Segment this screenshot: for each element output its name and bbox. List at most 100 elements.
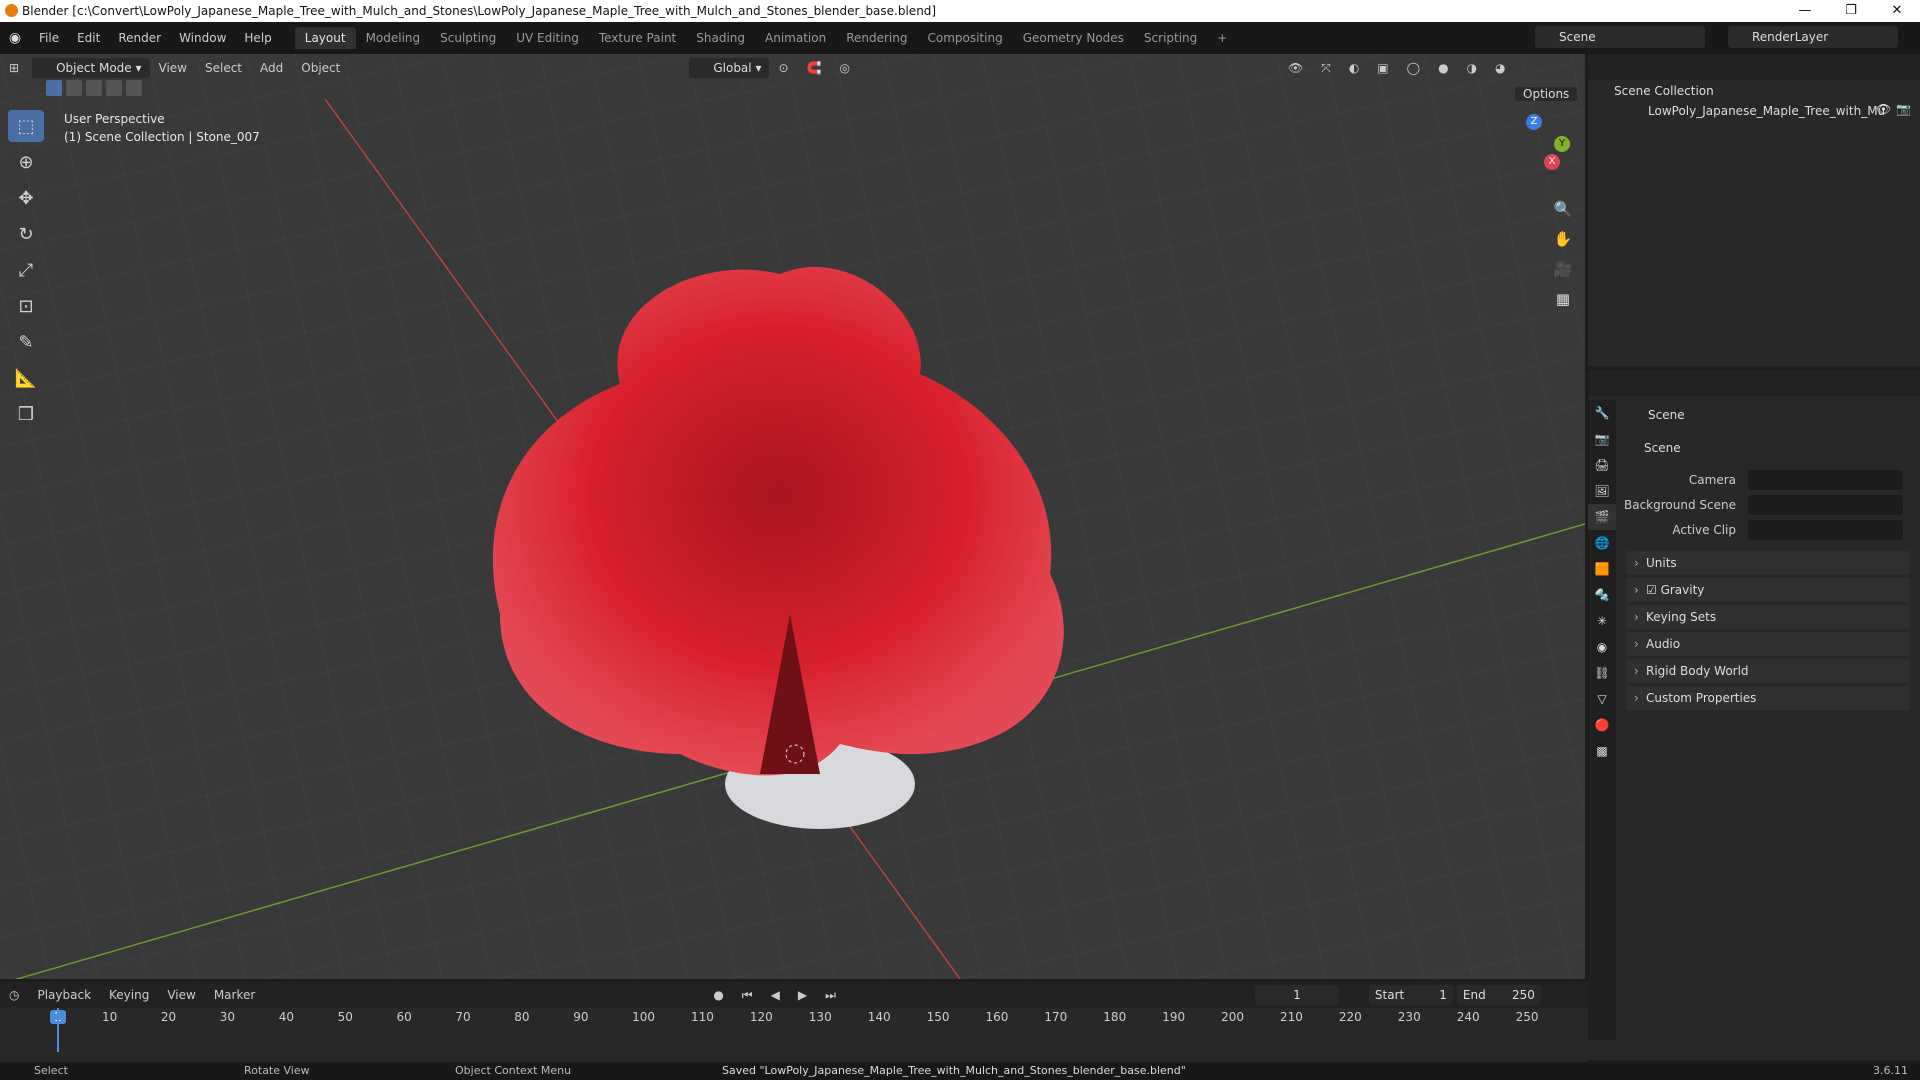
eye-icon[interactable]: 👁 <box>1876 102 1891 116</box>
play-icon[interactable]: ▶ <box>789 988 816 1002</box>
outliner-item[interactable]: LowPoly_Japanese_Maple_Tree_with_Mu <box>1648 104 1898 118</box>
navigation-gizmo[interactable]: Z Y X <box>1496 112 1576 192</box>
menu-file[interactable]: File <box>30 31 68 45</box>
transform-tool-icon[interactable]: ⊡ <box>8 290 44 322</box>
start-frame-field[interactable]: Start 1 <box>1368 985 1453 1005</box>
tab-texture-paint[interactable]: Texture Paint <box>589 27 686 49</box>
add-cube-tool-icon[interactable]: ❒ <box>8 398 44 430</box>
play-reverse-icon[interactable]: ◀ <box>762 988 789 1002</box>
3d-viewport[interactable] <box>0 54 1585 979</box>
select-invert-icon[interactable] <box>106 80 122 96</box>
measure-tool-icon[interactable]: 📐 <box>8 362 44 394</box>
background-scene-field[interactable] <box>1748 495 1903 515</box>
audio-panel[interactable]: Audio <box>1626 632 1910 656</box>
modifier-tab-icon[interactable]: 🔩 <box>1588 582 1616 608</box>
material-tab-icon[interactable]: 🔴 <box>1588 712 1616 738</box>
render-tab-icon[interactable]: 📷 <box>1588 426 1616 452</box>
overlay-toggle-icon[interactable]: ◐ <box>1340 61 1368 75</box>
gravity-panel[interactable]: ☑ Gravity <box>1626 578 1910 602</box>
annotate-tool-icon[interactable]: ✎ <box>8 326 44 358</box>
ortho-grid-icon[interactable]: ▦ <box>1550 286 1576 312</box>
shading-material-icon[interactable]: ◑ <box>1458 61 1486 75</box>
rotate-tool-icon[interactable]: ↻ <box>8 218 44 250</box>
tab-geometry-nodes[interactable]: Geometry Nodes <box>1013 27 1134 49</box>
xray-icon[interactable]: ▣ <box>1368 61 1397 75</box>
constraint-tab-icon[interactable]: ⛓ <box>1588 660 1616 686</box>
active-clip-field[interactable] <box>1748 520 1903 540</box>
texture-tab-icon[interactable]: ▩ <box>1588 738 1616 764</box>
cursor-tool-icon[interactable]: ⊕ <box>8 146 44 178</box>
playhead[interactable] <box>57 1008 59 1052</box>
timeline-menu-playback[interactable]: Playback <box>28 988 100 1002</box>
zoom-icon[interactable]: 🔍 <box>1550 196 1576 222</box>
outliner-scene-collection[interactable]: Scene Collection <box>1614 84 1714 98</box>
object-tab-icon[interactable]: 🟧 <box>1588 556 1616 582</box>
minimize-button[interactable]: — <box>1782 0 1828 22</box>
editor-type-icon[interactable]: ⊞ <box>0 61 28 75</box>
tab-rendering[interactable]: Rendering <box>836 27 917 49</box>
render-camera-icon[interactable]: 📷 <box>1896 102 1911 116</box>
particles-tab-icon[interactable]: ✳ <box>1588 608 1616 634</box>
jump-end-icon[interactable]: ⏭ <box>816 988 845 1003</box>
timeline-menu-view[interactable]: View <box>158 988 204 1002</box>
tool-tab-icon[interactable]: 🔧 <box>1588 400 1616 426</box>
gizmo-x-axis[interactable]: X <box>1544 154 1560 170</box>
menu-window[interactable]: Window <box>170 31 235 45</box>
shading-wireframe-icon[interactable]: ◯ <box>1398 61 1429 75</box>
render-layer-selector[interactable]: RenderLayer <box>1728 26 1898 48</box>
record-icon[interactable]: ● <box>704 988 732 1002</box>
tab-animation[interactable]: Animation <box>755 27 836 49</box>
jump-start-icon[interactable]: ⏮ <box>733 988 762 1003</box>
rigid-body-world-panel[interactable]: Rigid Body World <box>1626 659 1910 683</box>
current-frame-field[interactable]: 1 <box>1254 985 1339 1005</box>
custom-properties-panel[interactable]: Custom Properties <box>1626 686 1910 710</box>
camera-field[interactable] <box>1748 470 1903 490</box>
viewport-menu-select[interactable]: Select <box>196 61 251 75</box>
timeline-ruler[interactable]: 1102030405060708090100110120130140150160… <box>0 1008 1588 1028</box>
pan-hand-icon[interactable]: ✋ <box>1550 226 1576 252</box>
select-intersect-icon[interactable] <box>126 80 142 96</box>
tab-uv-editing[interactable]: UV Editing <box>506 27 589 49</box>
gizmo-y-axis[interactable]: Y <box>1554 136 1570 152</box>
select-new-icon[interactable] <box>46 80 62 96</box>
snap-icon[interactable]: 🧲 <box>798 61 831 75</box>
options-dropdown[interactable]: Options <box>1515 84 1578 104</box>
tab-modeling[interactable]: Modeling <box>356 27 431 49</box>
timeline-menu-keying[interactable]: Keying <box>100 988 158 1002</box>
visibility-icon[interactable]: 👁 <box>1279 61 1312 75</box>
physics-tab-icon[interactable]: ◉ <box>1588 634 1616 660</box>
scene-selector[interactable]: Scene <box>1535 26 1705 48</box>
proportional-edit-icon[interactable]: ◎ <box>830 61 858 75</box>
close-button[interactable]: ✕ <box>1874 0 1920 22</box>
tab-sculpting[interactable]: Sculpting <box>430 27 506 49</box>
camera-view-icon[interactable]: 🎥 <box>1550 256 1576 282</box>
data-tab-icon[interactable]: ▽ <box>1588 686 1616 712</box>
menu-help[interactable]: Help <box>235 31 280 45</box>
end-frame-field[interactable]: End 250 <box>1456 985 1541 1005</box>
timeline-editor-icon[interactable]: ◷ <box>0 988 28 1002</box>
gizmo-toggle-icon[interactable]: ⤧ <box>1312 61 1340 76</box>
scale-tool-icon[interactable]: ⤢ <box>8 254 44 286</box>
select-extend-icon[interactable] <box>66 80 82 96</box>
pivot-icon[interactable]: ⊙ <box>769 61 797 75</box>
move-tool-icon[interactable]: ✥ <box>8 182 44 214</box>
blender-menu-icon[interactable]: ◉ <box>0 30 30 46</box>
viewport-menu-view[interactable]: View <box>150 61 196 75</box>
tab-layout[interactable]: Layout <box>294 27 356 49</box>
select-subtract-icon[interactable] <box>86 80 102 96</box>
viewport-menu-object[interactable]: Object <box>292 61 349 75</box>
tab-compositing[interactable]: Compositing <box>917 27 1012 49</box>
add-workspace-button[interactable]: + <box>1207 27 1237 49</box>
shading-solid-icon[interactable]: ● <box>1429 61 1457 75</box>
maximize-button[interactable]: ❐ <box>1828 0 1874 22</box>
mode-dropdown[interactable]: Object Mode ▾ <box>32 58 150 78</box>
viewport-menu-add[interactable]: Add <box>251 61 292 75</box>
shading-rendered-icon[interactable]: ◕ <box>1486 61 1514 75</box>
gizmo-z-axis[interactable]: Z <box>1526 114 1542 130</box>
transform-orientation-dropdown[interactable]: Global ▾ <box>689 58 770 78</box>
tab-shading[interactable]: Shading <box>686 27 755 49</box>
menu-render[interactable]: Render <box>109 31 170 45</box>
scene-panel-title[interactable]: Scene <box>1644 441 1681 455</box>
select-box-tool-icon[interactable]: ⬚ <box>8 110 44 142</box>
keying-sets-panel[interactable]: Keying Sets <box>1626 605 1910 629</box>
